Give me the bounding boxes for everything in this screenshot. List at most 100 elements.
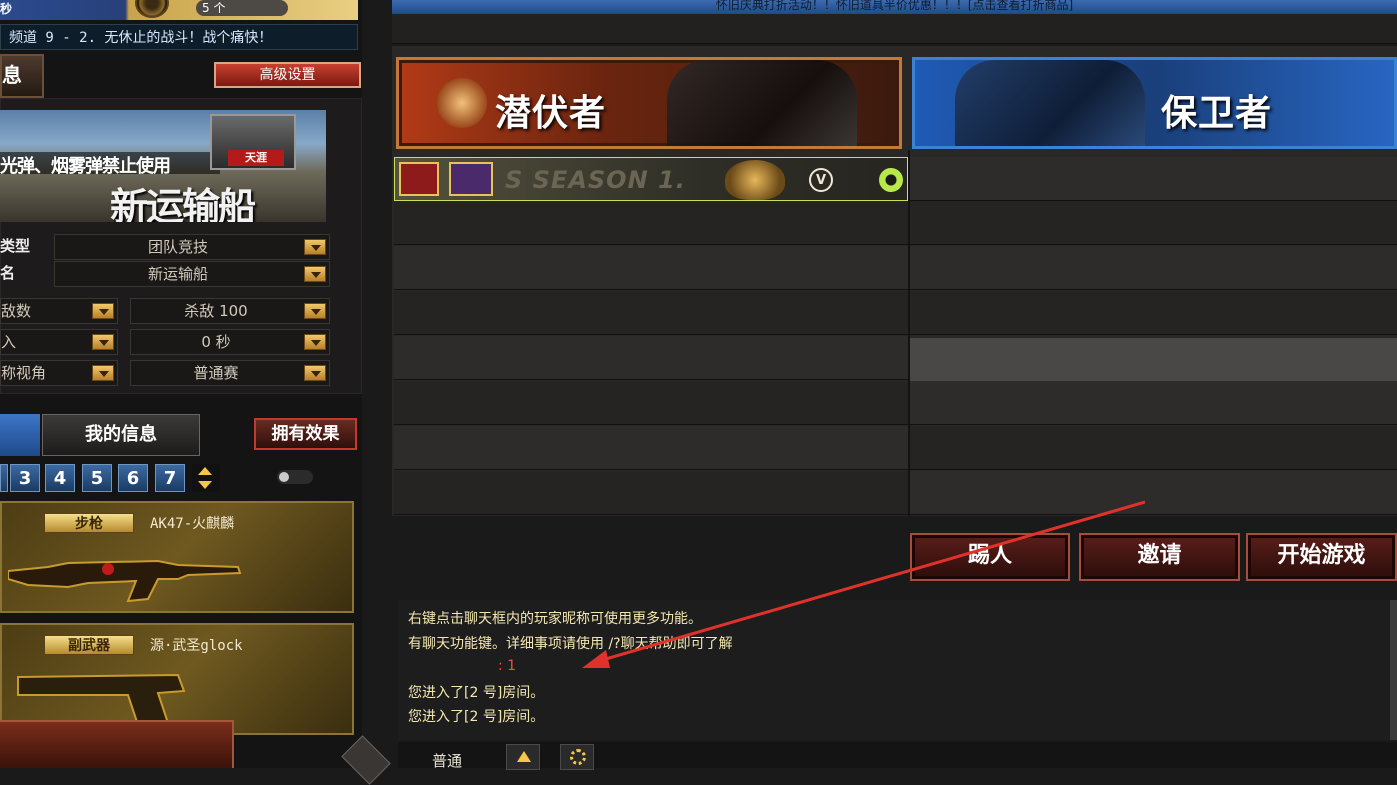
rank-medal-icon [135, 0, 169, 18]
owned-effects-button[interactable]: 拥有效果 [254, 418, 357, 450]
option-select-win-condition[interactable]: 敌数 [0, 298, 118, 324]
map-value: 新运输船 [147, 265, 208, 283]
dropdown-arrow-icon[interactable] [304, 266, 326, 282]
tiger-logo-icon [433, 74, 491, 132]
option-select-join[interactable]: 入 [0, 329, 118, 355]
dropdown-arrow-icon[interactable] [92, 365, 114, 381]
dropdown-arrow-icon[interactable] [304, 303, 326, 319]
map-preview: 光弹、烟雾弹禁止使用 新运输船 天涯 [0, 110, 326, 222]
channel-title: 频道 9 - 2. 无休止的战斗！战个痛快！ [0, 24, 358, 50]
player-slot[interactable] [910, 291, 1397, 335]
option-label: 入 [1, 333, 17, 351]
chat-line: 您进入了[2 号]房间。 [408, 709, 545, 725]
bottom-red-panel[interactable] [0, 720, 234, 768]
vip-badge: V [809, 168, 833, 192]
tab-my-info[interactable]: 我的信息 [42, 414, 200, 456]
player-slot[interactable] [394, 426, 908, 470]
map-warning-text: 光弹、烟雾弹禁止使用 [0, 156, 171, 177]
event-notice-banner[interactable]: 怀旧庆典打折活动！！怀旧道具半价优惠！！！[点击查看打折商品] [392, 0, 1397, 14]
slot-3[interactable]: 3 [10, 464, 40, 492]
respawn-time-select[interactable]: 0 秒 [130, 329, 330, 355]
weapon-category: 副武器 [44, 635, 134, 655]
slot-spinner[interactable] [192, 464, 220, 492]
weapon-category: 步枪 [44, 513, 134, 533]
player-slot[interactable] [910, 246, 1397, 290]
option-label: 称视角 [1, 364, 47, 382]
dropdown-arrow-icon[interactable] [304, 239, 326, 255]
team-red-name: 潜伏者 [495, 93, 607, 134]
player-slot[interactable] [394, 201, 908, 245]
player-slot[interactable] [910, 201, 1397, 245]
kill-target-select[interactable]: 杀敌 100 [130, 298, 330, 324]
arrow-up-icon[interactable] [198, 467, 212, 475]
arrow-up-icon [517, 751, 531, 762]
season-banner: S SEASON 1. [505, 166, 686, 194]
player-slot[interactable] [394, 291, 908, 335]
map-label: 名 [0, 264, 16, 282]
top-status-bar: 秒 5 个 [0, 0, 358, 20]
mode-select[interactable]: 团队竞技 [54, 234, 330, 260]
team-red-banner[interactable]: 潜伏者 [396, 57, 902, 149]
secondary-weapon-card[interactable]: 副武器 源·武圣glock [0, 623, 354, 735]
respawn-time-value: 0 秒 [201, 333, 231, 351]
player-slot[interactable] [910, 426, 1397, 470]
map-select[interactable]: 新运输船 [54, 261, 330, 287]
primary-weapon-card[interactable]: 步枪 AK47-火麒麟 [0, 501, 354, 613]
map-name-large: 新运输船 [110, 185, 256, 222]
mode-label: 类型 [0, 237, 31, 255]
player-row-self[interactable]: S SEASON 1. V [394, 157, 908, 201]
team-divider [908, 150, 910, 516]
slot-5[interactable]: 5 [82, 464, 112, 492]
notice-area [392, 14, 1397, 44]
chat-line-message: : 1 [498, 658, 517, 674]
trophy-icon [725, 160, 785, 200]
soldier-portrait [955, 60, 1145, 146]
rifle-icon [8, 559, 242, 603]
slot-7[interactable]: 7 [155, 464, 185, 492]
player-slot[interactable] [394, 336, 908, 380]
chat-input-bar[interactable]: 普通 [398, 742, 1397, 770]
tab-previous[interactable] [0, 414, 40, 456]
map-badge: 天涯 [228, 150, 284, 166]
player-slot[interactable] [910, 381, 1397, 425]
chat-settings-button[interactable] [560, 744, 594, 770]
dropdown-arrow-icon[interactable] [304, 365, 326, 381]
match-type-value: 普通赛 [193, 364, 239, 382]
timer-label: 秒 [0, 2, 13, 16]
player-slot[interactable] [910, 157, 1397, 201]
weapon-name: AK47-火麒麟 [150, 516, 235, 532]
dropdown-arrow-icon[interactable] [92, 303, 114, 319]
player-slot[interactable] [394, 246, 908, 290]
item-count: 5 个 [196, 0, 288, 16]
team-blue-banner[interactable]: 保卫者 [912, 57, 1397, 149]
arrow-down-icon[interactable] [198, 481, 212, 489]
kill-target-value: 杀敌 100 [184, 302, 248, 320]
pistol-icon [17, 673, 186, 725]
slot-6[interactable]: 6 [118, 464, 148, 492]
rank-emblem-icon [449, 162, 493, 196]
player-slot-highlighted[interactable] [910, 338, 1397, 382]
team-blue-name: 保卫者 [1161, 93, 1273, 134]
dropdown-arrow-icon[interactable] [304, 334, 326, 350]
ready-status-icon [879, 168, 903, 192]
mode-value: 团队竞技 [147, 238, 208, 256]
chat-scroll-up-button[interactable] [506, 744, 540, 770]
option-select-view[interactable]: 称视角 [0, 360, 118, 386]
start-game-button[interactable]: 开始游戏 [1246, 533, 1397, 581]
slot-partial[interactable] [0, 464, 8, 492]
advanced-settings-button[interactable]: 高级设置 [214, 62, 361, 88]
option-label: 敌数 [1, 302, 32, 320]
clan-emblem-icon [399, 162, 439, 196]
player-slot[interactable] [394, 381, 908, 425]
room-info-tab[interactable]: 息 [0, 54, 44, 98]
slot-4[interactable]: 4 [45, 464, 75, 492]
map-emblem-icon: 天涯 [210, 114, 296, 170]
match-type-select[interactable]: 普通赛 [130, 360, 330, 386]
chat-scrollbar[interactable] [1390, 600, 1397, 740]
gear-icon [570, 749, 586, 765]
dropdown-arrow-icon[interactable] [92, 334, 114, 350]
annotation-arrow [582, 500, 1146, 668]
soldier-portrait [667, 60, 857, 146]
chat-line: 您进入了[2 号]房间。 [408, 685, 545, 701]
toggle-switch[interactable] [277, 470, 313, 484]
